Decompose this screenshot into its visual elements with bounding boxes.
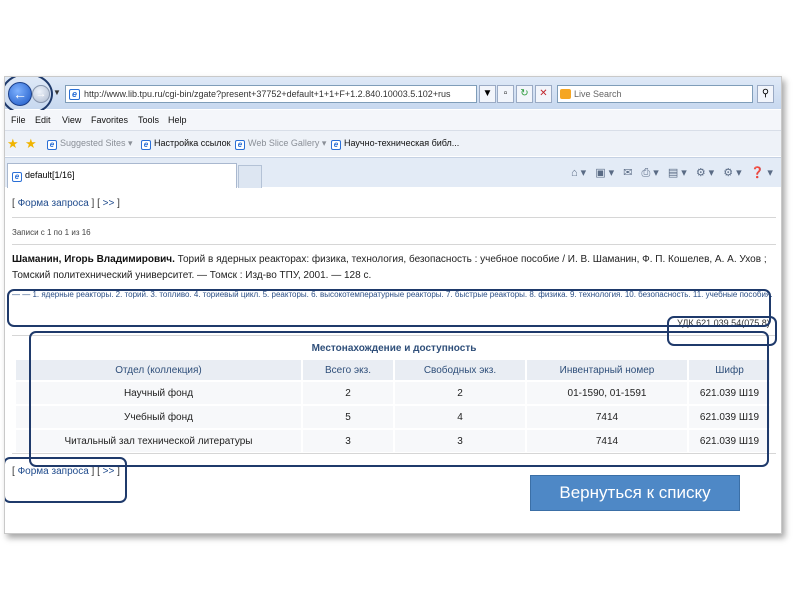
ie-page-icon: e bbox=[331, 140, 341, 150]
divider bbox=[12, 217, 776, 218]
next-page-link[interactable]: >> bbox=[103, 198, 115, 209]
menu-view[interactable]: View bbox=[62, 115, 81, 125]
compat-view-icon[interactable]: ▫ bbox=[497, 85, 514, 103]
menu-favorites[interactable]: Favorites bbox=[91, 115, 128, 125]
ie-page-icon: e bbox=[12, 172, 22, 182]
live-search-icon bbox=[560, 89, 571, 99]
address-text: http://www.lib.tpu.ru/cgi-bin/zgate?pres… bbox=[84, 89, 451, 99]
annotation-box-table bbox=[29, 331, 769, 467]
bibliographic-record: Шаманин, Игорь Владимирович. Торий в яде… bbox=[12, 252, 776, 284]
menu-help[interactable]: Help bbox=[168, 115, 187, 125]
favorites-bar: ★ ★ e Suggested Sites ▾ e Настройка ссылок… bbox=[5, 130, 781, 156]
fav-web-slice-gallery[interactable]: e Web Slice Gallery ▾ bbox=[235, 138, 326, 150]
tab-label: default[1/16] bbox=[25, 170, 75, 180]
menu-tools[interactable]: Tools bbox=[138, 115, 159, 125]
divider bbox=[12, 244, 776, 245]
top-nav-links: [ Форма запроса ] [ >> ] bbox=[12, 198, 120, 209]
fav-label: Web Slice Gallery ▾ bbox=[248, 138, 327, 148]
add-favorite-icon[interactable]: ★ bbox=[25, 136, 37, 152]
history-dropdown-icon[interactable]: ▼ bbox=[53, 88, 61, 97]
new-tab-button[interactable] bbox=[238, 165, 262, 188]
live-search-input[interactable]: Live Search bbox=[557, 85, 753, 103]
fav-label: Настройка ссылок bbox=[154, 138, 231, 148]
fav-suggested-sites[interactable]: e Suggested Sites ▾ bbox=[47, 138, 133, 150]
menu-file[interactable]: File bbox=[11, 115, 26, 125]
ie-page-icon: e bbox=[235, 140, 245, 150]
fav-link-settings[interactable]: e Настройка ссылок bbox=[141, 138, 231, 150]
ie-page-icon: e bbox=[141, 140, 151, 150]
refresh-icon[interactable]: ↻ bbox=[516, 85, 533, 103]
menu-edit[interactable]: Edit bbox=[35, 115, 51, 125]
fav-library[interactable]: e Научно-техническая библ... bbox=[331, 138, 459, 150]
tab-default[interactable]: e default[1/16] bbox=[7, 163, 237, 188]
command-bar-icons[interactable]: ⌂▾ ▣▾ ✉ ⎙▾ ▤▾ ⚙▾ ⚙▾ ❓▾ » bbox=[571, 166, 781, 180]
address-dropdown-icon[interactable]: ▼ bbox=[479, 85, 496, 103]
live-search-placeholder: Live Search bbox=[574, 89, 622, 99]
back-to-list-button[interactable]: Вернуться к списку bbox=[530, 475, 740, 511]
records-info: Записи с 1 по 1 из 16 bbox=[12, 228, 91, 237]
record-author[interactable]: Шаманин, Игорь Владимирович. bbox=[12, 254, 175, 265]
search-icon[interactable]: ⚲ bbox=[757, 85, 774, 103]
stop-icon[interactable]: ✕ bbox=[535, 85, 552, 103]
annotation-box-subjects bbox=[7, 289, 771, 327]
fav-label: Suggested Sites ▾ bbox=[60, 138, 133, 148]
ie-page-icon: e bbox=[69, 89, 80, 100]
address-toolbar: ← → ▼ e http://www.lib.tpu.ru/cgi-bin/zg… bbox=[5, 77, 781, 115]
fav-label: Научно-техническая библ... bbox=[344, 138, 460, 148]
browser-window: ← → ▼ e http://www.lib.tpu.ru/cgi-bin/zg… bbox=[4, 76, 782, 534]
menu-bar: File Edit View Favorites Tools Help bbox=[5, 110, 781, 130]
favorites-star-icon[interactable]: ★ bbox=[7, 136, 19, 152]
annotation-box-nav-links bbox=[5, 457, 127, 503]
address-input[interactable]: e http://www.lib.tpu.ru/cgi-bin/zgate?pr… bbox=[65, 85, 477, 103]
tab-bar: e default[1/16] ⌂▾ ▣▾ ✉ ⎙▾ ▤▾ ⚙▾ ⚙▾ ❓▾ » bbox=[5, 157, 781, 188]
request-form-link[interactable]: Форма запроса bbox=[18, 198, 89, 209]
ie-page-icon: e bbox=[47, 140, 57, 150]
